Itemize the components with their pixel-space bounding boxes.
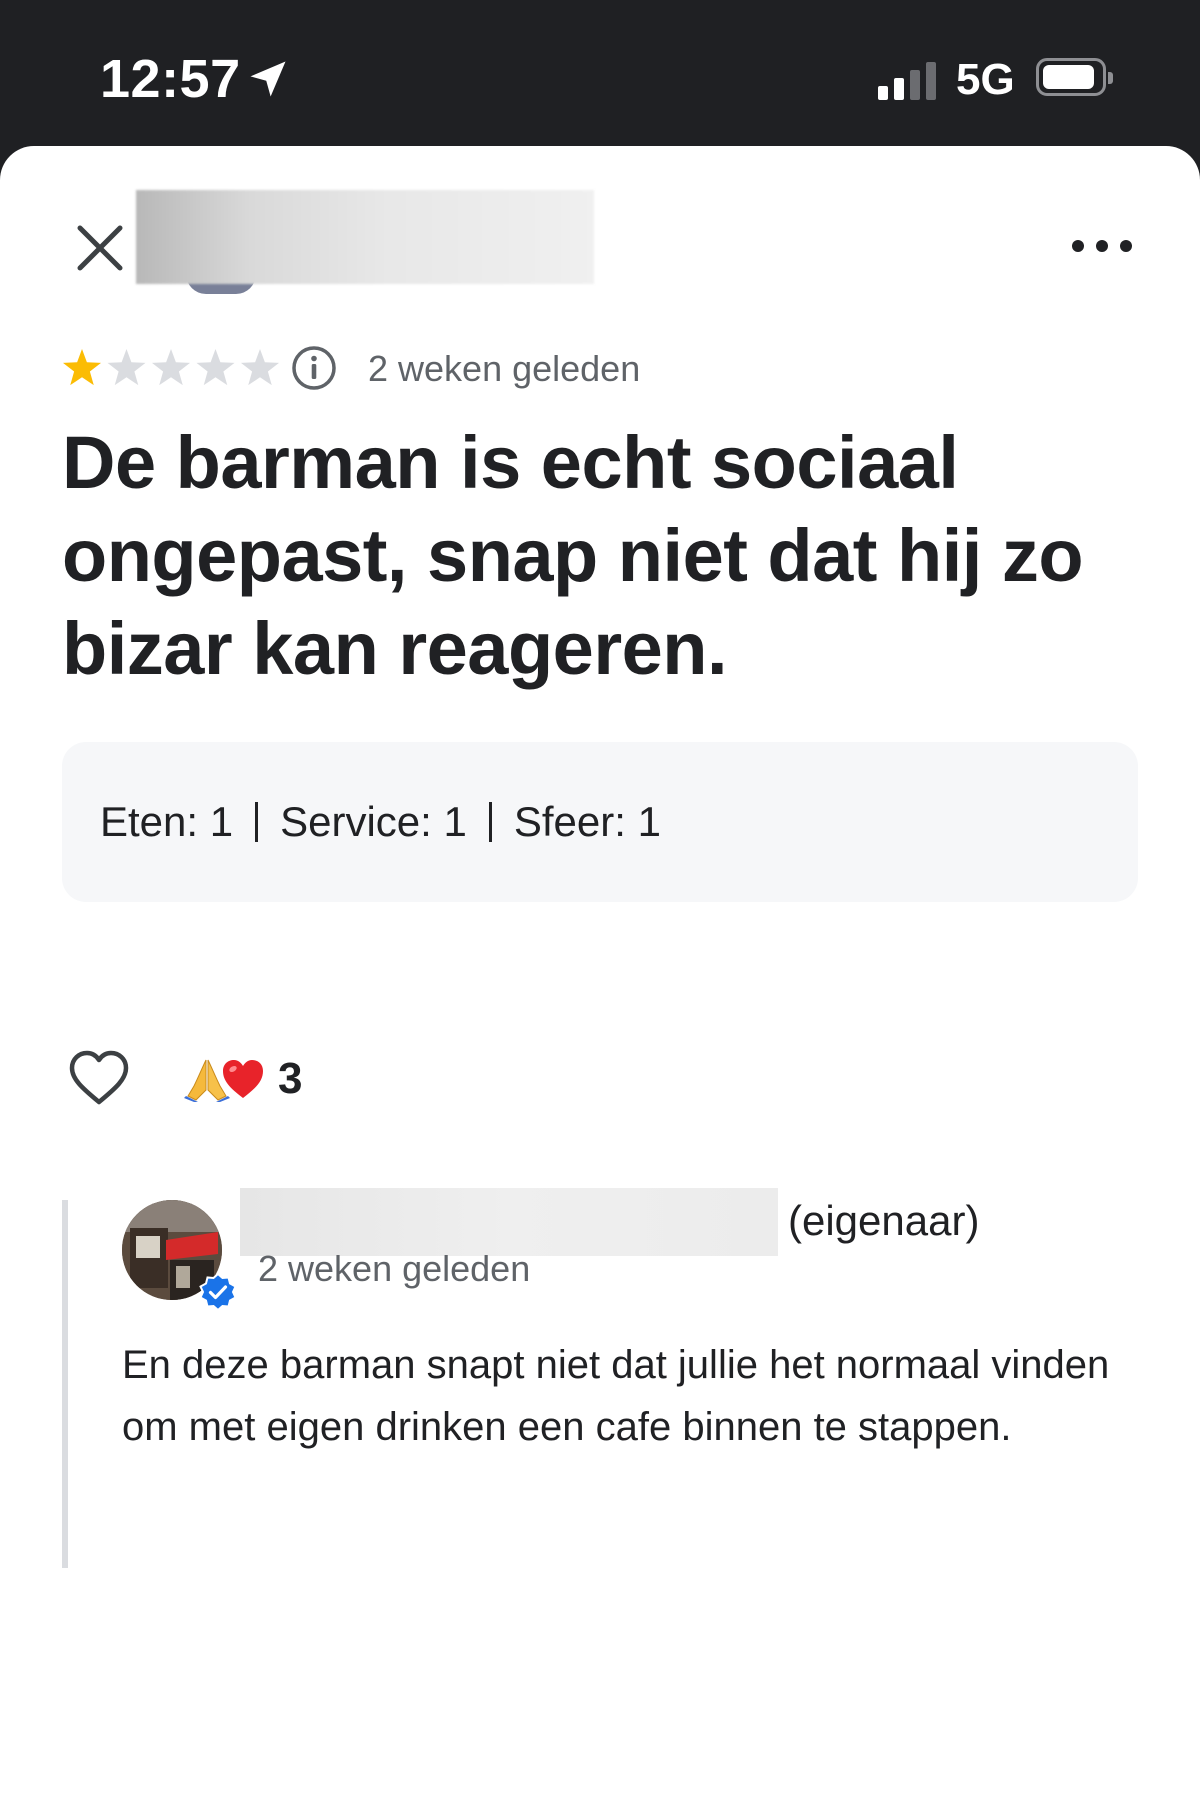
owner-reply-time: 2 weken geleden bbox=[258, 1248, 531, 1289]
more-options-icon[interactable] bbox=[1070, 228, 1134, 264]
review-text: De barman is echt sociaal ongepast, snap… bbox=[62, 421, 1084, 690]
heart-outline-icon[interactable] bbox=[66, 1046, 132, 1112]
owner-reply: (eigenaar) 2 weken geleden En deze barma… bbox=[62, 1188, 1128, 1568]
location-arrow-icon bbox=[250, 61, 286, 97]
review-time: 2 weken geleden bbox=[368, 348, 641, 389]
star-rating bbox=[62, 349, 280, 386]
owner-label: (eigenaar) bbox=[788, 1197, 980, 1244]
info-icon[interactable] bbox=[290, 344, 338, 392]
review-sheet: 2 weken geleden De barman is echt sociaa… bbox=[0, 146, 1200, 1816]
status-bar: 12:57 5G bbox=[0, 0, 1200, 146]
network-type: 5G bbox=[956, 55, 1015, 104]
status-time: 12:57 bbox=[100, 49, 241, 109]
divider bbox=[488, 802, 492, 842]
divider bbox=[255, 802, 259, 842]
star-filled-icon bbox=[62, 349, 102, 386]
star-empty-icon bbox=[240, 349, 280, 386]
red-heart-emoji bbox=[223, 1060, 263, 1098]
star-empty-icon bbox=[196, 349, 235, 386]
verified-badge-icon bbox=[199, 1272, 237, 1312]
rating-row: 2 weken geleden bbox=[62, 342, 962, 394]
reactions[interactable]: 3 bbox=[184, 1052, 302, 1106]
subratings-box: Eten: 1 Service: 1 Sfeer: 1 bbox=[62, 742, 1138, 902]
star-empty-icon bbox=[151, 349, 191, 386]
battery-icon bbox=[1036, 58, 1113, 96]
close-icon[interactable] bbox=[68, 216, 132, 280]
subrating-atmosphere: Sfeer: 1 bbox=[513, 798, 661, 845]
star-empty-icon bbox=[107, 349, 146, 386]
reaction-count: 3 bbox=[278, 1054, 303, 1103]
cellular-signal-icon bbox=[878, 60, 938, 100]
owner-reply-text: En deze barman snapt niet dat jullie het… bbox=[122, 1343, 1110, 1449]
subrating-food: Eten: 1 bbox=[100, 798, 234, 845]
subrating-service: Service: 1 bbox=[280, 798, 467, 845]
reviewer-name-redacted bbox=[136, 190, 594, 284]
